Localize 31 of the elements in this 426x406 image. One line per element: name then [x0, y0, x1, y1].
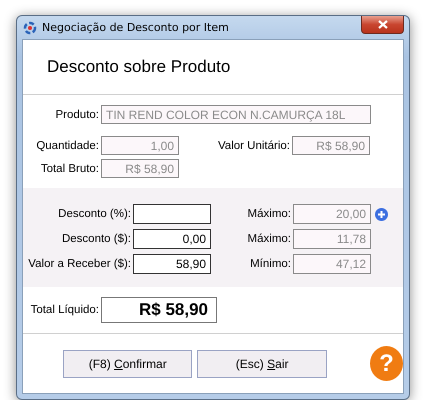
readonly-field[interactable]: 1,00: [101, 136, 179, 155]
plus-icon[interactable]: [375, 208, 388, 220]
field-label: Total Bruto:: [40, 162, 100, 174]
field-label: Total Líquido:: [30, 304, 100, 316]
readonly-field[interactable]: 47,12: [293, 254, 371, 274]
readonly-field[interactable]: 20,00: [293, 204, 371, 224]
input-field[interactable]: [133, 204, 211, 224]
readonly-field[interactable]: 11,78: [293, 229, 371, 249]
exit-button[interactable]: (Esc) Sair: [197, 350, 327, 378]
field-label: Máximo:: [246, 208, 292, 220]
field-label: Desconto ($):: [60, 233, 132, 245]
close-button[interactable]: [361, 16, 404, 34]
readonly-field[interactable]: R$ 58,90: [292, 136, 370, 155]
readonly-field[interactable]: TIN REND COLOR ECON N.CAMURÇA 18L: [101, 105, 371, 124]
app-icon: [23, 20, 37, 34]
field-label: Produto:: [54, 108, 100, 120]
window-title: Negociação de Desconto por Item: [42, 21, 229, 34]
field-label: Valor a Receber ($):: [27, 258, 132, 270]
field-label: Desconto (%):: [57, 208, 132, 220]
field-label: Mínimo:: [249, 258, 292, 270]
field-label: Quantidade:: [35, 140, 100, 152]
total-field[interactable]: R$ 58,90: [101, 297, 217, 323]
field-label: Valor Unitário:: [216, 140, 291, 152]
confirm-button[interactable]: (F8) Confirmar: [63, 350, 192, 378]
input-field[interactable]: 0,00: [133, 229, 211, 249]
readonly-field[interactable]: R$ 58,90: [101, 159, 179, 178]
help-button[interactable]: ?: [370, 346, 403, 381]
field-label: Máximo:: [246, 233, 292, 245]
input-field[interactable]: 58,90: [133, 254, 211, 274]
close-icon: [378, 20, 388, 29]
section-title: Desconto sobre Produto: [47, 57, 230, 77]
